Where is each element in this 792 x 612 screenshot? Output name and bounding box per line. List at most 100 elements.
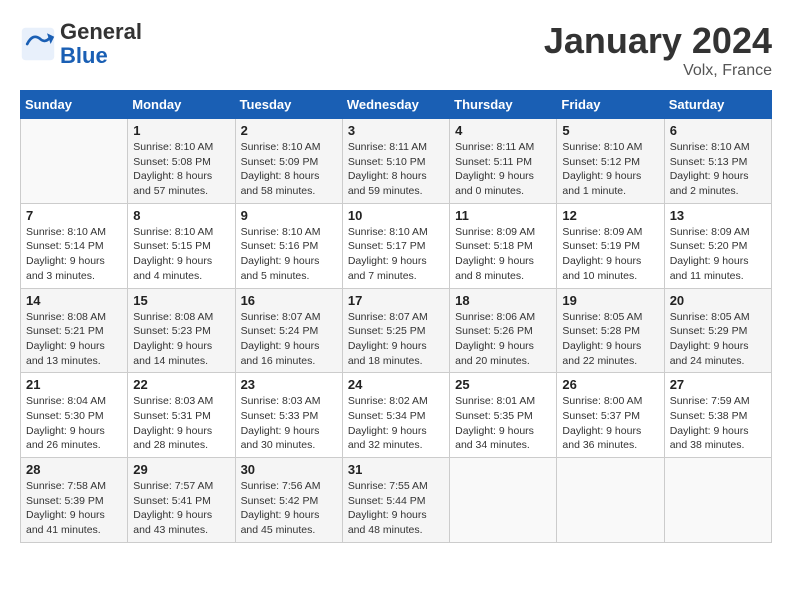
day-number: 14 [26, 293, 122, 308]
day-info: Sunrise: 8:10 AM Sunset: 5:15 PM Dayligh… [133, 225, 229, 284]
calendar-cell: 31 Sunrise: 7:55 AM Sunset: 5:44 PM Dayli… [342, 458, 449, 543]
day-info: Sunrise: 8:10 AM Sunset: 5:16 PM Dayligh… [241, 225, 337, 284]
day-number: 9 [241, 208, 337, 223]
day-number: 22 [133, 377, 229, 392]
day-info: Sunrise: 8:10 AM Sunset: 5:17 PM Dayligh… [348, 225, 444, 284]
day-number: 4 [455, 123, 551, 138]
calendar-week-row: 28 Sunrise: 7:58 AM Sunset: 5:39 PM Dayli… [21, 458, 772, 543]
calendar-cell: 8 Sunrise: 8:10 AM Sunset: 5:15 PM Daylig… [128, 203, 235, 288]
day-info: Sunrise: 8:07 AM Sunset: 5:24 PM Dayligh… [241, 310, 337, 369]
day-info: Sunrise: 8:09 AM Sunset: 5:20 PM Dayligh… [670, 225, 766, 284]
day-info: Sunrise: 8:05 AM Sunset: 5:29 PM Dayligh… [670, 310, 766, 369]
day-number: 20 [670, 293, 766, 308]
calendar-cell: 20 Sunrise: 8:05 AM Sunset: 5:29 PM Dayli… [664, 288, 771, 373]
day-info: Sunrise: 8:10 AM Sunset: 5:13 PM Dayligh… [670, 140, 766, 199]
day-number: 11 [455, 208, 551, 223]
calendar-cell [450, 458, 557, 543]
calendar-cell: 7 Sunrise: 8:10 AM Sunset: 5:14 PM Daylig… [21, 203, 128, 288]
calendar-cell: 4 Sunrise: 8:11 AM Sunset: 5:11 PM Daylig… [450, 119, 557, 204]
day-info: Sunrise: 8:05 AM Sunset: 5:28 PM Dayligh… [562, 310, 658, 369]
day-info: Sunrise: 8:03 AM Sunset: 5:31 PM Dayligh… [133, 394, 229, 453]
day-number: 5 [562, 123, 658, 138]
day-info: Sunrise: 8:02 AM Sunset: 5:34 PM Dayligh… [348, 394, 444, 453]
day-number: 8 [133, 208, 229, 223]
calendar-cell: 2 Sunrise: 8:10 AM Sunset: 5:09 PM Daylig… [235, 119, 342, 204]
calendar-week-row: 7 Sunrise: 8:10 AM Sunset: 5:14 PM Daylig… [21, 203, 772, 288]
day-number: 25 [455, 377, 551, 392]
calendar-cell: 28 Sunrise: 7:58 AM Sunset: 5:39 PM Dayli… [21, 458, 128, 543]
day-number: 10 [348, 208, 444, 223]
calendar-cell: 17 Sunrise: 8:07 AM Sunset: 5:25 PM Dayli… [342, 288, 449, 373]
day-info: Sunrise: 8:11 AM Sunset: 5:11 PM Dayligh… [455, 140, 551, 199]
calendar-cell: 6 Sunrise: 8:10 AM Sunset: 5:13 PM Daylig… [664, 119, 771, 204]
calendar-cell: 24 Sunrise: 8:02 AM Sunset: 5:34 PM Dayli… [342, 373, 449, 458]
day-info: Sunrise: 8:09 AM Sunset: 5:18 PM Dayligh… [455, 225, 551, 284]
day-info: Sunrise: 8:09 AM Sunset: 5:19 PM Dayligh… [562, 225, 658, 284]
day-info: Sunrise: 8:11 AM Sunset: 5:10 PM Dayligh… [348, 140, 444, 199]
calendar-header-row: SundayMondayTuesdayWednesdayThursdayFrid… [21, 91, 772, 119]
calendar-cell: 11 Sunrise: 8:09 AM Sunset: 5:18 PM Dayli… [450, 203, 557, 288]
day-number: 23 [241, 377, 337, 392]
day-info: Sunrise: 7:57 AM Sunset: 5:41 PM Dayligh… [133, 479, 229, 538]
day-number: 24 [348, 377, 444, 392]
day-number: 21 [26, 377, 122, 392]
weekday-header: Saturday [664, 91, 771, 119]
location: Volx, France [544, 62, 772, 80]
day-info: Sunrise: 7:58 AM Sunset: 5:39 PM Dayligh… [26, 479, 122, 538]
day-number: 15 [133, 293, 229, 308]
day-number: 6 [670, 123, 766, 138]
day-info: Sunrise: 7:59 AM Sunset: 5:38 PM Dayligh… [670, 394, 766, 453]
logo-icon [20, 26, 56, 62]
day-number: 27 [670, 377, 766, 392]
day-number: 16 [241, 293, 337, 308]
day-number: 29 [133, 462, 229, 477]
calendar-cell: 25Sunrise: 8:01 AM Sunset: 5:35 PM Dayli… [450, 373, 557, 458]
calendar-week-row: 14Sunrise: 8:08 AM Sunset: 5:21 PM Dayli… [21, 288, 772, 373]
day-info: Sunrise: 8:08 AM Sunset: 5:23 PM Dayligh… [133, 310, 229, 369]
logo-text: General Blue [60, 20, 142, 68]
day-number: 13 [670, 208, 766, 223]
calendar-week-row: 21Sunrise: 8:04 AM Sunset: 5:30 PM Dayli… [21, 373, 772, 458]
calendar-cell: 30Sunrise: 7:56 AM Sunset: 5:42 PM Dayli… [235, 458, 342, 543]
day-info: Sunrise: 8:00 AM Sunset: 5:37 PM Dayligh… [562, 394, 658, 453]
page-header: General Blue January 2024 Volx, France [20, 20, 772, 80]
day-number: 30 [241, 462, 337, 477]
calendar-cell: 3Sunrise: 8:11 AM Sunset: 5:10 PM Daylig… [342, 119, 449, 204]
weekday-header: Friday [557, 91, 664, 119]
calendar-cell: 14Sunrise: 8:08 AM Sunset: 5:21 PM Dayli… [21, 288, 128, 373]
day-number: 31 [348, 462, 444, 477]
calendar-cell: 10 Sunrise: 8:10 AM Sunset: 5:17 PM Dayli… [342, 203, 449, 288]
calendar-cell: 21Sunrise: 8:04 AM Sunset: 5:30 PM Dayli… [21, 373, 128, 458]
day-info: Sunrise: 8:10 AM Sunset: 5:14 PM Dayligh… [26, 225, 122, 284]
day-number: 28 [26, 462, 122, 477]
calendar-table: SundayMondayTuesdayWednesdayThursdayFrid… [20, 90, 772, 543]
day-number: 26 [562, 377, 658, 392]
calendar-cell: 12 Sunrise: 8:09 AM Sunset: 5:19 PM Dayli… [557, 203, 664, 288]
logo: General Blue [20, 20, 142, 68]
day-number: 19 [562, 293, 658, 308]
calendar-body: 1Sunrise: 8:10 AM Sunset: 5:08 PM Daylig… [21, 119, 772, 543]
day-info: Sunrise: 8:03 AM Sunset: 5:33 PM Dayligh… [241, 394, 337, 453]
day-info: Sunrise: 7:55 AM Sunset: 5:44 PM Dayligh… [348, 479, 444, 538]
calendar-cell: 1Sunrise: 8:10 AM Sunset: 5:08 PM Daylig… [128, 119, 235, 204]
day-number: 12 [562, 208, 658, 223]
calendar-cell: 13 Sunrise: 8:09 AM Sunset: 5:20 PM Dayli… [664, 203, 771, 288]
day-number: 2 [241, 123, 337, 138]
calendar-cell: 5 Sunrise: 8:10 AM Sunset: 5:12 PM Daylig… [557, 119, 664, 204]
day-info: Sunrise: 8:10 AM Sunset: 5:09 PM Dayligh… [241, 140, 337, 199]
day-number: 17 [348, 293, 444, 308]
weekday-header: Monday [128, 91, 235, 119]
calendar-cell: 15 Sunrise: 8:08 AM Sunset: 5:23 PM Dayli… [128, 288, 235, 373]
calendar-cell: 9 Sunrise: 8:10 AM Sunset: 5:16 PM Daylig… [235, 203, 342, 288]
calendar-cell: 27 Sunrise: 7:59 AM Sunset: 5:38 PM Dayli… [664, 373, 771, 458]
day-number: 18 [455, 293, 551, 308]
day-number: 1 [133, 123, 229, 138]
calendar-cell: 18Sunrise: 8:06 AM Sunset: 5:26 PM Dayli… [450, 288, 557, 373]
weekday-header: Thursday [450, 91, 557, 119]
day-number: 7 [26, 208, 122, 223]
weekday-header: Tuesday [235, 91, 342, 119]
calendar-cell: 26 Sunrise: 8:00 AM Sunset: 5:37 PM Dayli… [557, 373, 664, 458]
day-info: Sunrise: 8:07 AM Sunset: 5:25 PM Dayligh… [348, 310, 444, 369]
day-info: Sunrise: 8:10 AM Sunset: 5:12 PM Dayligh… [562, 140, 658, 199]
calendar-cell: 23 Sunrise: 8:03 AM Sunset: 5:33 PM Dayli… [235, 373, 342, 458]
